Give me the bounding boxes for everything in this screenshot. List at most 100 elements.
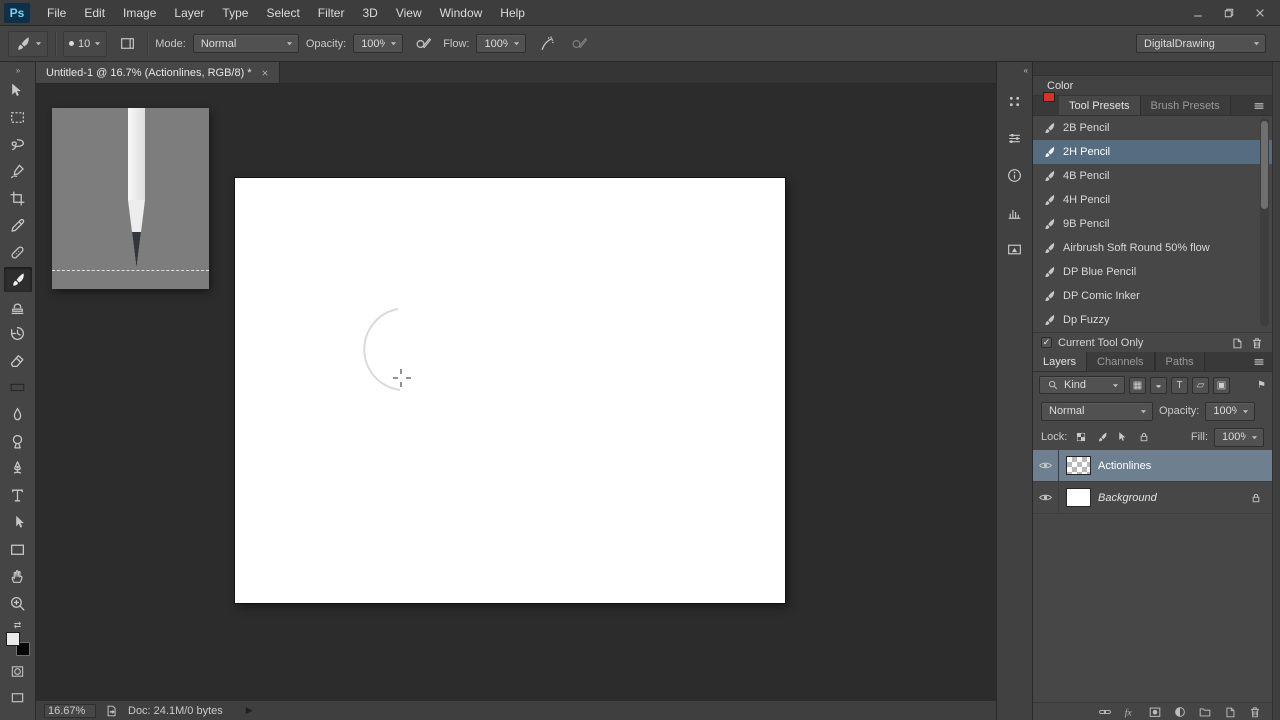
spot-healing-brush-tool[interactable] [4, 240, 32, 265]
filter-type-button[interactable]: T [1171, 376, 1188, 394]
lock-all-button[interactable] [1136, 430, 1151, 445]
link-layers-icon[interactable] [1098, 705, 1112, 719]
menu-layer[interactable]: Layer [165, 0, 213, 26]
brush-preset-picker[interactable]: 10 [63, 30, 108, 57]
workspace-select[interactable]: DigitalDrawing [1136, 34, 1266, 53]
blur-tool[interactable] [4, 402, 32, 427]
menu-window[interactable]: Window [431, 0, 492, 26]
menu-3d[interactable]: 3D [353, 0, 386, 26]
zoom-level-field[interactable]: 16.67% [44, 703, 96, 718]
close-button[interactable] [1246, 3, 1274, 22]
layer-row-background[interactable]: Background [1033, 482, 1272, 514]
eyedropper-tool[interactable] [4, 213, 32, 238]
info-panel-button[interactable] [1002, 163, 1028, 187]
toggle-brush-panel-button[interactable] [114, 32, 140, 56]
visibility-toggle[interactable] [1033, 482, 1059, 513]
delete-layer-icon[interactable] [1248, 705, 1262, 719]
history-brush-tool[interactable] [4, 321, 32, 346]
menu-view[interactable]: View [387, 0, 431, 26]
preset-row[interactable]: Dp Fuzzy [1033, 308, 1272, 332]
filter-toggle-icon[interactable]: ⚑ [1257, 380, 1266, 391]
rectangle-tool[interactable] [4, 537, 32, 562]
quick-mask-button[interactable] [5, 660, 31, 682]
color-panel-header[interactable]: Color [1033, 76, 1272, 96]
layer-filter-select[interactable]: Kind [1039, 376, 1125, 394]
new-group-icon[interactable] [1198, 705, 1212, 719]
lock-pixels-button[interactable] [1094, 430, 1109, 445]
gradient-tool[interactable] [4, 375, 32, 400]
brush-presets-panel-button[interactable] [1002, 89, 1028, 113]
airbrush-button[interactable] [533, 32, 559, 56]
menu-edit[interactable]: Edit [75, 0, 114, 26]
hand-tool[interactable] [4, 564, 32, 589]
current-tool-only-checkbox[interactable]: ✓ [1041, 337, 1052, 348]
lasso-tool[interactable] [4, 132, 32, 157]
panel-menu-icon[interactable] [1252, 355, 1266, 369]
tab-layers[interactable]: Layers [1033, 352, 1087, 371]
opacity-select[interactable]: 100% [353, 34, 404, 53]
preset-row[interactable]: 4B Pencil [1033, 164, 1272, 188]
lock-position-button[interactable] [1115, 430, 1130, 445]
preset-row[interactable]: 4H Pencil [1033, 188, 1272, 212]
preset-row-selected[interactable]: 2H Pencil [1033, 140, 1272, 164]
menu-filter[interactable]: Filter [309, 0, 354, 26]
menu-image[interactable]: Image [114, 0, 165, 26]
layer-thumbnail[interactable] [1066, 456, 1091, 475]
tab-close-icon[interactable] [261, 69, 269, 77]
new-layer-icon[interactable] [1223, 705, 1237, 719]
clone-source-panel-button[interactable] [1002, 126, 1028, 150]
tab-paths[interactable]: Paths [1154, 352, 1205, 371]
dodge-tool[interactable] [4, 429, 32, 454]
clone-stamp-tool[interactable] [4, 294, 32, 319]
blend-mode-select[interactable]: Normal [192, 34, 299, 53]
tool-preset-picker[interactable] [8, 30, 48, 57]
filter-pixel-button[interactable]: ▦ [1129, 376, 1146, 394]
filter-shape-button[interactable]: ▱ [1192, 376, 1209, 394]
new-preset-icon[interactable] [1230, 336, 1244, 350]
reference-image-pencil[interactable] [52, 108, 209, 289]
fill-select[interactable]: 100% [1214, 427, 1264, 447]
histogram-panel-button[interactable] [1002, 200, 1028, 224]
screen-mode-button[interactable] [5, 686, 31, 708]
flow-select[interactable]: 100% [476, 34, 527, 53]
preset-scrollbar[interactable] [1260, 118, 1269, 326]
delete-preset-icon[interactable] [1250, 336, 1264, 350]
restore-button[interactable] [1215, 3, 1243, 22]
layer-style-fx-icon[interactable] [1123, 705, 1137, 719]
preset-row[interactable]: 2B Pencil [1033, 116, 1272, 140]
preset-row[interactable]: 9B Pencil [1033, 212, 1272, 236]
crop-tool[interactable] [4, 186, 32, 211]
tab-tool-presets[interactable]: Tool Presets [1059, 96, 1140, 115]
menu-file[interactable]: File [38, 0, 75, 26]
menu-select[interactable]: Select [257, 0, 308, 26]
path-selection-tool[interactable] [4, 510, 32, 535]
pen-tool[interactable] [4, 456, 32, 481]
pressure-opacity-button[interactable] [410, 32, 436, 56]
layer-blend-mode-select[interactable]: Normal [1041, 401, 1153, 421]
move-tool[interactable] [4, 78, 32, 103]
quick-selection-tool[interactable] [4, 159, 32, 184]
brush-tool[interactable] [3, 267, 32, 292]
swap-colors-icon[interactable]: ⇄ [14, 620, 22, 630]
document-tab[interactable]: Untitled-1 @ 16.7% (Actionlines, RGB/8) … [36, 62, 280, 83]
rectangular-marquee-tool[interactable] [4, 105, 32, 130]
color-panel-swatch[interactable] [1043, 92, 1055, 102]
eraser-tool[interactable] [4, 348, 32, 373]
filter-adjustment-button[interactable]: ◒ [1150, 376, 1167, 394]
menu-help[interactable]: Help [491, 0, 534, 26]
panel-menu-icon[interactable] [1252, 99, 1266, 113]
adjustment-layer-icon[interactable] [1173, 705, 1187, 719]
lock-transparent-button[interactable] [1073, 430, 1088, 445]
foreground-color-swatch[interactable] [5, 632, 20, 646]
layer-thumbnail[interactable] [1066, 488, 1091, 507]
dock-expand-icon[interactable]: « [1024, 65, 1029, 76]
pressure-size-button[interactable] [566, 32, 592, 56]
filter-smart-object-button[interactable]: ▣ [1213, 376, 1230, 394]
status-expand-icon[interactable]: ▶ [246, 705, 253, 716]
scrollbar-thumb[interactable] [1261, 121, 1268, 209]
preset-row[interactable]: DP Blue Pencil [1033, 260, 1272, 284]
tab-brush-presets[interactable]: Brush Presets [1139, 96, 1231, 115]
navigator-panel-button[interactable] [1002, 237, 1028, 261]
document-canvas[interactable] [235, 178, 785, 603]
menu-type[interactable]: Type [213, 0, 257, 26]
